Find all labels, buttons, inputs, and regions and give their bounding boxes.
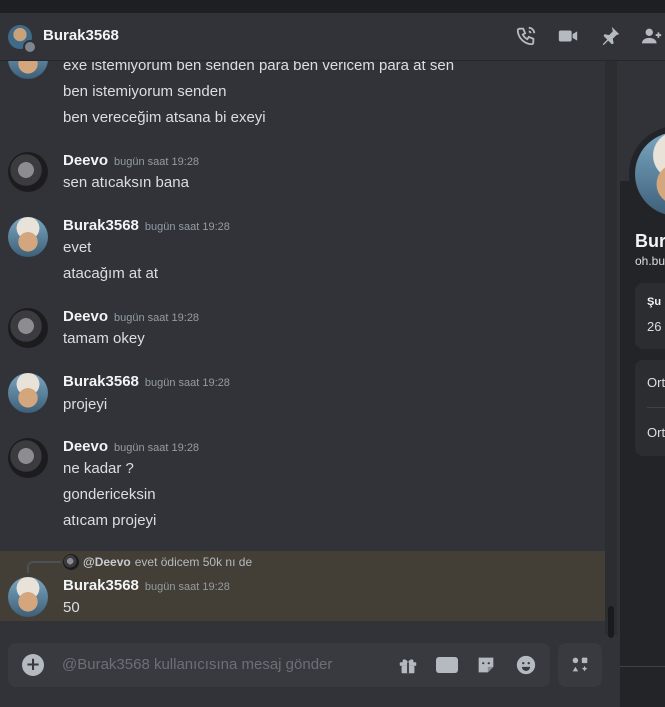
- profile-username: oh.bu: [635, 254, 665, 268]
- message-text: ne kadar ?: [63, 460, 134, 477]
- apps-icon[interactable]: [558, 643, 602, 687]
- avatar[interactable]: [8, 152, 48, 192]
- avatar[interactable]: [8, 373, 48, 413]
- dm-header: Burak3568: [0, 13, 665, 61]
- emoji-icon[interactable]: [514, 653, 538, 677]
- message-timestamp: bugün saat 19:28: [144, 581, 230, 593]
- avatar[interactable]: [8, 308, 48, 348]
- card-text[interactable]: Ort: [647, 425, 665, 440]
- message-timestamp: bugün saat 19:28: [114, 312, 200, 324]
- reply-connector: [27, 561, 61, 573]
- gift-icon[interactable]: [396, 653, 420, 677]
- message-text: sen atıcaksın bana: [63, 174, 189, 191]
- message-text: atıcam projeyi: [63, 512, 157, 529]
- chat-scrollbar[interactable]: [605, 61, 617, 638]
- message-timestamp: bugün saat 19:28: [114, 156, 200, 168]
- message-timestamp: bugün saat 19:28: [144, 221, 230, 233]
- message-text: 50: [63, 599, 80, 616]
- avatar[interactable]: [8, 577, 48, 617]
- reply-preview[interactable]: @Deevo evet ödicem 50k nı de: [63, 554, 252, 570]
- message-text: atacağım at at: [63, 265, 159, 282]
- message-author[interactable]: Burak3568 bugün saat 19:28: [63, 577, 230, 594]
- composer-toolbar: GIF: [396, 653, 538, 677]
- message-author[interactable]: Deevo bugün saat 19:28: [63, 438, 199, 455]
- message-author[interactable]: Deevo bugün saat 19:28: [63, 308, 199, 325]
- profile-divider: [620, 666, 665, 667]
- reply-text: evet ödicem 50k nı de: [134, 555, 253, 569]
- reply-avatar: [63, 554, 79, 570]
- reply-author[interactable]: @Deevo: [83, 555, 131, 569]
- window-top-strip: [0, 0, 665, 13]
- video-call-icon[interactable]: [555, 23, 581, 49]
- sticker-icon[interactable]: [474, 653, 498, 677]
- add-friend-icon[interactable]: [639, 23, 665, 49]
- gif-icon[interactable]: GIF: [436, 657, 458, 673]
- message-text: gondericeksin: [63, 486, 156, 503]
- scrollbar-thumb[interactable]: [608, 606, 614, 638]
- message-list[interactable]: exe istemiyorum ben senden para ben veri…: [0, 61, 605, 635]
- pin-icon[interactable]: [597, 23, 623, 49]
- avatar[interactable]: [8, 217, 48, 257]
- message-text: ben vereceğim atsana bi exeyi: [63, 109, 266, 126]
- phone-call-icon[interactable]: [513, 23, 539, 49]
- card-title: Şu: [647, 296, 662, 308]
- profile-name: Bur: [635, 231, 665, 251]
- avatar[interactable]: [8, 438, 48, 478]
- avatar[interactable]: [8, 61, 48, 79]
- message-author[interactable]: Burak3568 bugün saat 19:28: [63, 373, 230, 390]
- header-toolbar: [513, 23, 665, 49]
- card-text: 26: [647, 319, 662, 334]
- dm-title[interactable]: Burak3568: [43, 27, 119, 44]
- message-text: tamam okey: [63, 330, 145, 347]
- message-timestamp: bugün saat 19:28: [144, 377, 230, 389]
- message-author[interactable]: Burak3568 bugün saat 19:28: [63, 217, 230, 234]
- message-text: projeyi: [63, 396, 108, 413]
- message-text: evet: [63, 239, 92, 256]
- profile-panel: Bur oh.bu Şu 26 Ort Ort: [620, 61, 665, 707]
- card-text[interactable]: Ort: [647, 375, 665, 390]
- profile-card: Şu 26: [635, 283, 665, 349]
- card-divider: [647, 407, 665, 408]
- message-input[interactable]: @Burak3568 kullanıcısına mesaj gönder: [62, 656, 332, 673]
- message-author[interactable]: Deevo bugün saat 19:28: [63, 152, 199, 169]
- message-composer[interactable]: + @Burak3568 kullanıcısına mesaj gönder …: [8, 643, 550, 687]
- add-attachment-icon[interactable]: +: [22, 654, 44, 676]
- offline-status-icon: [23, 40, 37, 54]
- message-text: ben istemiyorum senden: [63, 83, 227, 100]
- message-timestamp: bugün saat 19:28: [114, 442, 200, 454]
- profile-card: Ort Ort: [635, 360, 665, 456]
- message-text: exe istemiyorum ben senden para ben veri…: [63, 61, 455, 74]
